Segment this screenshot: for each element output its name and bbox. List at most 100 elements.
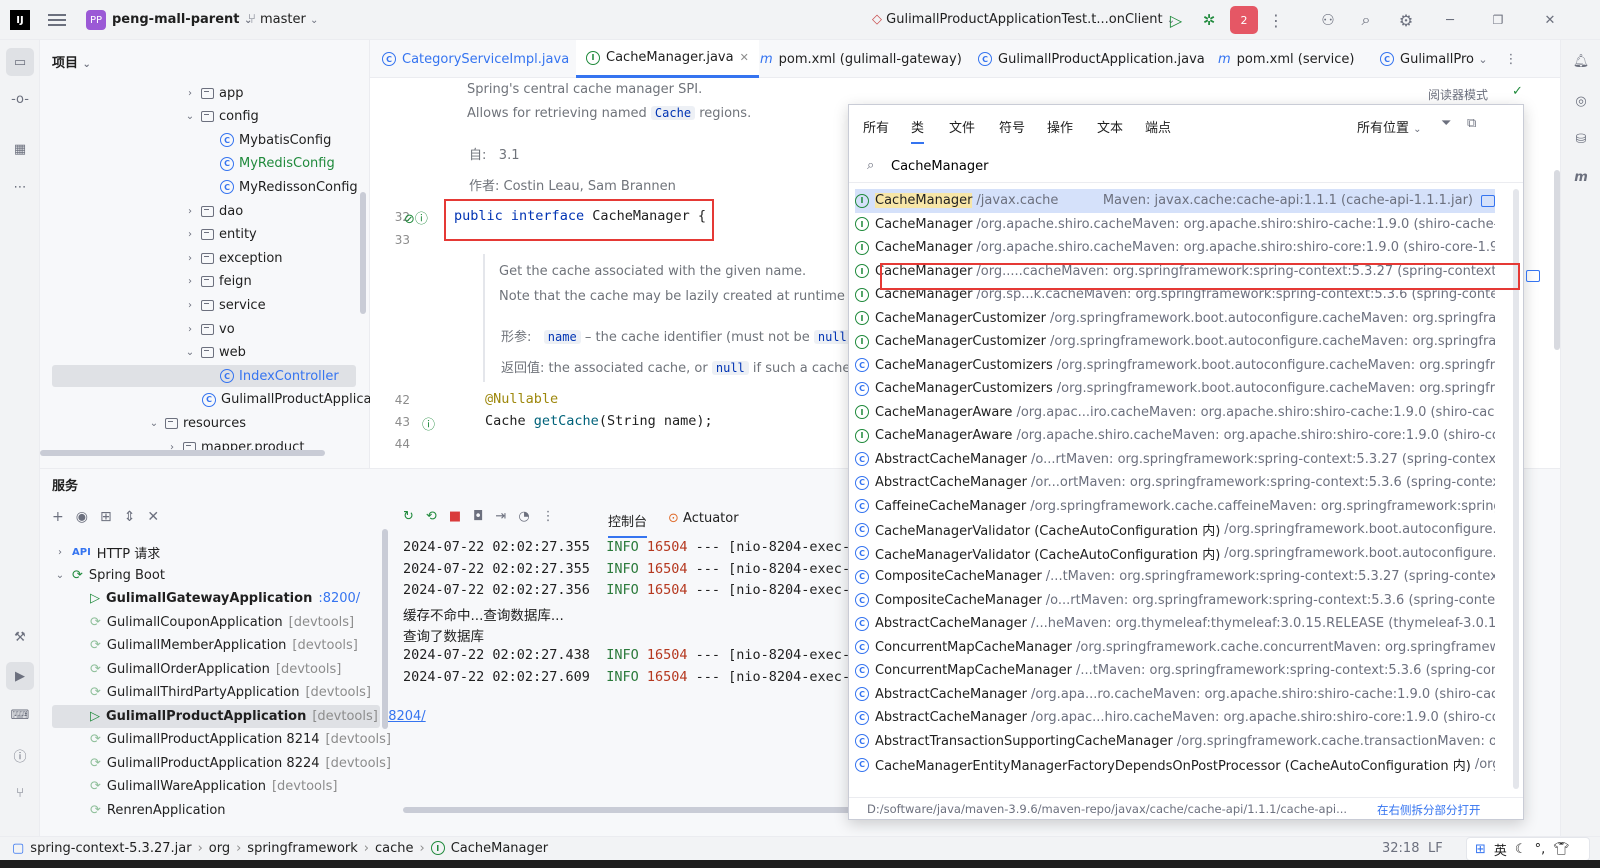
- chevron-right-icon[interactable]: ›: [184, 229, 196, 240]
- database-tool-icon[interactable]: ⛁: [1570, 128, 1592, 150]
- open-in-tool-window-icon[interactable]: ⧉: [1467, 116, 1476, 131]
- popup-tab-5[interactable]: 文本: [1097, 117, 1123, 136]
- maven-tool-icon[interactable]: m: [1570, 166, 1592, 188]
- tab-pom-gateway[interactable]: m pom.xml (gulimall-gateway): [760, 40, 962, 78]
- ime-tray[interactable]: ⊞ 英 ☾ °, 👕︎: [1466, 837, 1590, 861]
- tree-item-web[interactable]: ⌄ web: [184, 342, 246, 364]
- result-row[interactable]: C CacheManagerValidator (CacheAutoConfigu…: [855, 518, 1495, 542]
- result-row[interactable]: C AbstractCacheManager/...he Maven: org.th…: [855, 612, 1495, 636]
- scope-selector[interactable]: 所有位置 ⌄: [1357, 117, 1422, 136]
- result-row[interactable]: C AbstractCacheManager/org.apac...hiro.ca…: [855, 706, 1495, 730]
- chevron-down-icon[interactable]: ⌄: [184, 347, 196, 358]
- project-selector[interactable]: peng-mall-parent ⌄: [112, 12, 252, 27]
- breadcrumb-item[interactable]: spring-context-5.3.27.jar: [30, 841, 191, 856]
- service-item[interactable]: ⟳ GulimallProductApplication 8224 [devtool…: [90, 752, 391, 776]
- chevron-right-icon[interactable]: ›: [184, 324, 196, 335]
- exit-icon[interactable]: ⇥: [495, 509, 506, 524]
- result-row[interactable]: I CacheManager/org.apache.shiro.cache Mave…: [855, 213, 1495, 237]
- view-options-icon[interactable]: ◉: [76, 509, 88, 525]
- notifications-button[interactable]: 2: [1230, 6, 1258, 34]
- tree-item-app[interactable]: › app: [184, 82, 243, 104]
- tree-item-gulimallproductapplicatio[interactable]: C GulimallProductApplicatio: [202, 389, 388, 411]
- attach-icon[interactable]: ◔: [518, 509, 529, 524]
- collapse-all-icon[interactable]: ✕: [147, 509, 159, 525]
- tree-item-resources[interactable]: ⌄ resources: [148, 412, 246, 434]
- chevron-right-icon[interactable]: ›: [184, 300, 196, 311]
- chevron-down-icon[interactable]: ⌄: [148, 418, 160, 429]
- tab-cache-manager[interactable]: I CacheManager.java ✕: [576, 40, 759, 78]
- caret-position[interactable]: 32:18: [1382, 841, 1419, 856]
- project-tool-icon[interactable]: ▭: [6, 48, 34, 76]
- build-tool-icon[interactable]: ⚒: [9, 626, 31, 648]
- tree-item-entity[interactable]: › entity: [184, 224, 257, 246]
- service-item[interactable]: ▷ GulimallProductApplication [devtools]:82…: [90, 705, 426, 729]
- chevron-right-icon[interactable]: ›: [184, 253, 196, 264]
- reader-mode-button[interactable]: 阅读器模式: [1428, 86, 1488, 103]
- tree-item-feign[interactable]: › feign: [184, 271, 252, 293]
- ai-assistant-icon[interactable]: ◎: [1570, 90, 1592, 112]
- console-more-icon[interactable]: ⋮: [542, 509, 555, 524]
- run-icon[interactable]: ▷: [1166, 10, 1186, 30]
- tab-pom-service[interactable]: m pom.xml (service): [1218, 40, 1354, 78]
- search-icon[interactable]: ⌕: [1356, 10, 1376, 30]
- tab-gulimall-product-app[interactable]: C GulimallProductApplication.java: [978, 40, 1205, 78]
- rerun-icon[interactable]: ↻: [403, 509, 414, 524]
- popup-tab-1[interactable]: 类: [911, 117, 925, 144]
- gutter-implemented-icon[interactable]: ⊘ⓘ: [404, 208, 428, 227]
- add-user-icon[interactable]: ⚇: [1318, 10, 1338, 30]
- tree-item-exception[interactable]: › exception: [184, 247, 283, 269]
- chevron-down-icon[interactable]: ⌄: [184, 111, 196, 122]
- problems-tool-icon[interactable]: ⓘ: [9, 744, 31, 766]
- service-item[interactable]: ⟳ GulimallCouponApplication [devtools]: [90, 611, 354, 635]
- service-item[interactable]: ⟳ GulimallThirdPartyApplication [devtools]: [90, 681, 371, 705]
- editor-vscrollbar[interactable]: [1554, 170, 1560, 350]
- result-row[interactable]: C CompositeCacheManager/o...rt Maven: org.…: [855, 589, 1495, 613]
- stop-icon[interactable]: ■: [449, 509, 461, 524]
- popup-tab-0[interactable]: 所有: [863, 117, 889, 136]
- result-row[interactable]: C ConcurrentMapCacheManager/org.springfra…: [855, 636, 1495, 660]
- service-item[interactable]: ⟳ GulimallProductApplication 8214 [devtool…: [90, 728, 391, 752]
- result-row[interactable]: C ConcurrentMapCacheManager/...t Maven: or…: [855, 659, 1495, 683]
- project-tree-scrollbar[interactable]: [360, 192, 366, 314]
- restore-icon[interactable]: ❐: [1488, 10, 1508, 30]
- structure-tool-icon[interactable]: ▦: [9, 138, 31, 160]
- main-menu-icon[interactable]: [48, 12, 66, 28]
- services-list-scrollbar[interactable]: [382, 529, 388, 729]
- chevron-right-icon[interactable]: ›: [184, 206, 196, 217]
- git-tool-icon[interactable]: ⑂: [9, 782, 31, 804]
- tabs-overflow-icon[interactable]: ⌄: [1474, 50, 1492, 68]
- popup-tab-3[interactable]: 符号: [999, 117, 1025, 136]
- new-group-icon[interactable]: ⊞: [100, 509, 112, 525]
- service-item[interactable]: ⟳ RenrenApplication: [90, 799, 226, 823]
- result-row[interactable]: C AbstractCacheManager/o...rt Maven: org.s…: [855, 448, 1495, 472]
- result-row[interactable]: C AbstractTransactionSupportingCacheManag…: [855, 730, 1495, 754]
- line-separator[interactable]: LF: [1428, 841, 1443, 856]
- result-row[interactable]: C AbstractCacheManager/org.apa...ro.cache…: [855, 683, 1495, 707]
- tabs-more-icon[interactable]: ⋮: [1502, 50, 1520, 68]
- filter-icon[interactable]: ⏷: [1441, 116, 1451, 131]
- run-config-selector[interactable]: ◇ GulimallProductApplicationTest.t...onC…: [872, 12, 1175, 27]
- popup-tab-6[interactable]: 端点: [1145, 117, 1171, 136]
- result-row[interactable]: I CacheManagerCustomizer/org.springframew…: [855, 307, 1495, 331]
- rerun-devtools-icon[interactable]: ⟲: [426, 509, 437, 524]
- result-row[interactable]: I CacheManager/org.apache.shiro.cache Mave…: [855, 236, 1495, 260]
- minimize-icon[interactable]: ─: [1440, 10, 1460, 30]
- branch-selector[interactable]: ⑂ master ⌄: [248, 12, 318, 27]
- result-row[interactable]: C CacheManagerValidator (CacheAutoConfigu…: [855, 542, 1495, 566]
- add-service-icon[interactable]: +: [52, 509, 64, 525]
- service-item[interactable]: ⟳ GulimallWareApplication [devtools]: [90, 775, 337, 799]
- service-item[interactable]: ▷ GulimallGatewayApplication:8200/: [90, 587, 360, 611]
- service-port-link[interactable]: :8204/: [384, 709, 426, 724]
- open-split-link[interactable]: 在右侧拆分部分打开: [1377, 802, 1481, 818]
- search-input[interactable]: [891, 155, 1491, 177]
- tab-category-service-impl[interactable]: C CategoryServiceImpl.java: [382, 40, 569, 78]
- settings-gear-icon[interactable]: ⚙: [1396, 10, 1416, 30]
- tab-gulimall-pro[interactable]: C GulimallPro: [1380, 40, 1474, 78]
- project-badge[interactable]: PP: [86, 10, 106, 30]
- tree-item-service[interactable]: › service: [184, 294, 266, 316]
- result-row[interactable]: I CacheManagerAware/org.apac...iro.cache M…: [855, 401, 1495, 425]
- console-tab[interactable]: 控制台: [608, 511, 648, 538]
- chevron-right-icon[interactable]: ›: [184, 276, 196, 287]
- tree-item-config[interactable]: ⌄ config: [184, 106, 259, 128]
- result-row[interactable]: C AbstractCacheManager/or...ort Maven: org…: [855, 471, 1495, 495]
